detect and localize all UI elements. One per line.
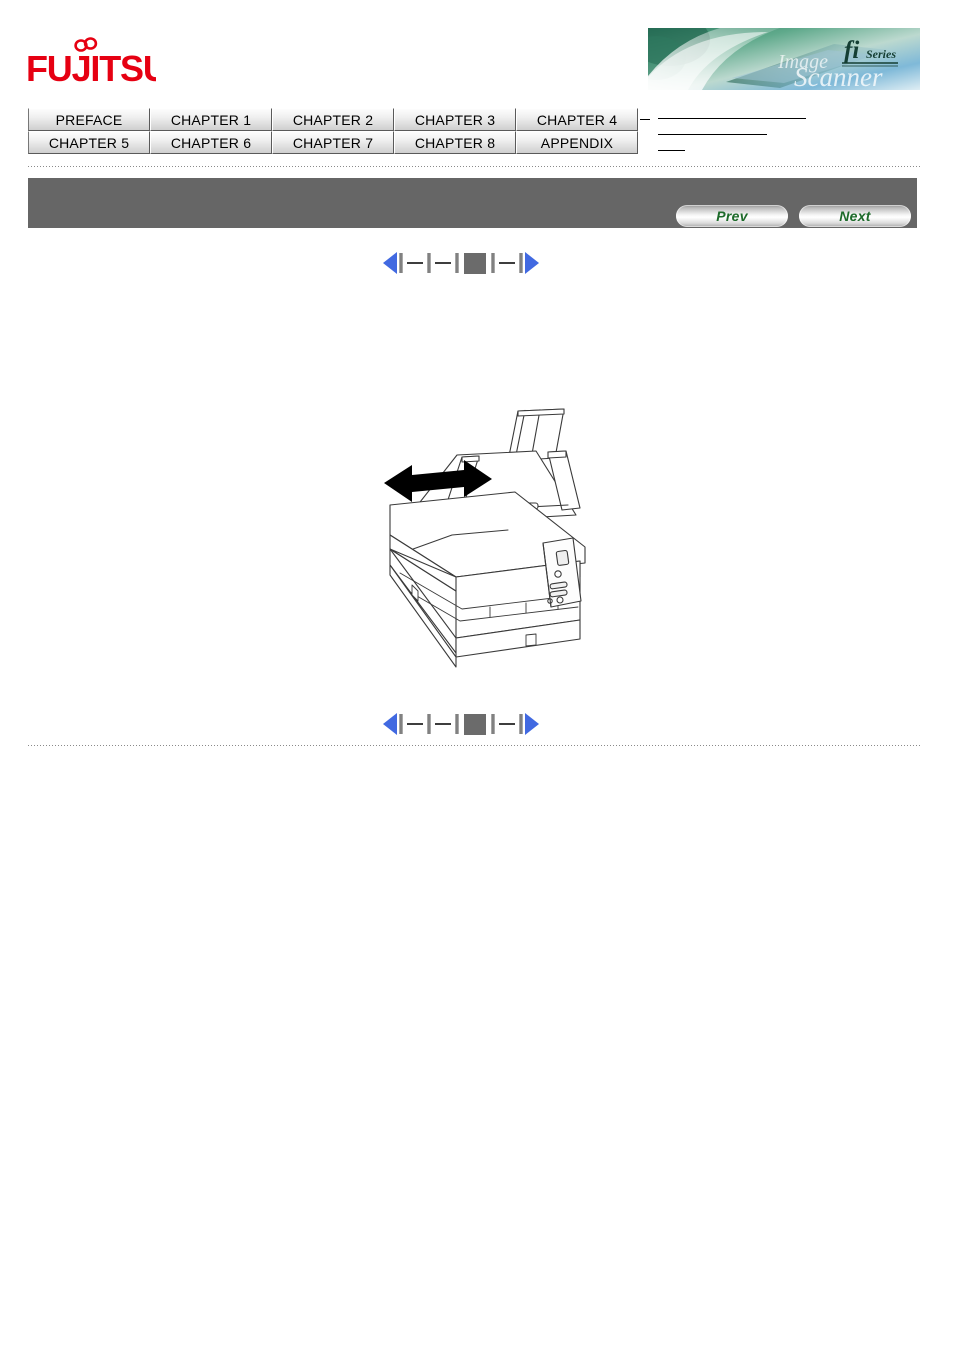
page-tick-3[interactable] [455,253,459,273]
nav-preface[interactable]: PREFACE [28,108,150,131]
page-tick-4[interactable] [491,253,495,273]
fujitsu-logo: FUJITSU [26,36,169,92]
fi-series-banner-art: Image Scanner fi Series [648,28,920,90]
nav-chapter-1[interactable]: CHAPTER 1 [150,108,272,131]
separator-top [28,166,920,167]
chapter-nav-table[interactable]: PREFACE CHAPTER 1 CHAPTER 2 CHAPTER 3 CH… [28,108,638,154]
current-page-marker [464,252,486,274]
scanner-illustration-art [384,408,586,668]
nav-chapter-4[interactable]: CHAPTER 4 [516,108,638,131]
nav-chapter-7[interactable]: CHAPTER 7 [272,131,394,154]
page-dash-1 [407,262,423,264]
header-rule-line-1 [658,118,806,119]
fujitsu-logo-mark: FUJITSU [26,37,169,89]
page-tick-1[interactable] [399,253,403,273]
first-page-arrow-icon[interactable] [383,252,397,274]
nav-chapter-6[interactable]: CHAPTER 6 [150,131,272,154]
chapter-nav-row: CHAPTER 5 CHAPTER 6 CHAPTER 7 CHAPTER 8 … [28,131,638,154]
header-rule-line-3 [658,150,685,151]
svg-text:FUJITSU: FUJITSU [26,48,156,89]
page-dash-2 [435,723,451,725]
page-tick-2[interactable] [427,253,431,273]
nav-chapter-5[interactable]: CHAPTER 5 [28,131,150,154]
current-page-marker [464,713,486,735]
last-page-arrow-icon[interactable] [525,252,539,274]
page-dash-1 [407,723,423,725]
fi-series-banner: Image Scanner fi Series [648,28,920,90]
page-dash-3 [499,723,515,725]
chapter-nav-row: PREFACE CHAPTER 1 CHAPTER 2 CHAPTER 3 CH… [28,108,638,131]
page-tick-2[interactable] [427,714,431,734]
page-tick-1[interactable] [399,714,403,734]
banner-series-text: Series [866,47,896,61]
page-tick-5[interactable] [519,714,523,734]
page-tick-5[interactable] [519,253,523,273]
header-rule-tick [640,119,650,120]
separator-bottom [28,745,920,746]
header-rule-line-2 [658,134,767,135]
nav-chapter-8[interactable]: CHAPTER 8 [394,131,516,154]
page-navigator-top[interactable] [383,251,539,275]
page-dash-3 [499,262,515,264]
nav-chapter-3[interactable]: CHAPTER 3 [394,108,516,131]
page-tick-3[interactable] [455,714,459,734]
nav-appendix[interactable]: APPENDIX [516,131,638,154]
page-navigator-bottom[interactable] [383,712,539,736]
banner-fi-text: fi [844,37,859,64]
page-tick-4[interactable] [491,714,495,734]
next-button[interactable]: Next [799,205,911,227]
first-page-arrow-icon[interactable] [383,713,397,735]
last-page-arrow-icon[interactable] [525,713,539,735]
page-dash-2 [435,262,451,264]
scanner-illustration [340,395,620,675]
nav-chapter-2[interactable]: CHAPTER 2 [272,108,394,131]
prev-button[interactable]: Prev [676,205,788,227]
